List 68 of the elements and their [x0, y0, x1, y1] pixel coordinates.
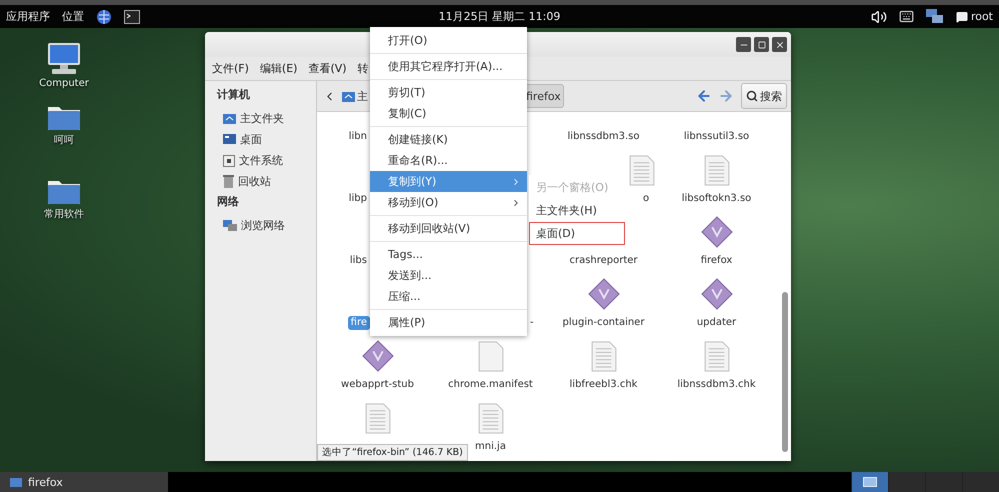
- menu-item[interactable]: 文件(F): [212, 61, 249, 76]
- submenu-item[interactable]: 桌面(D): [529, 222, 625, 245]
- sidebar-item[interactable]: 桌面: [240, 132, 262, 147]
- text-file-icon: [704, 341, 730, 372]
- maximize-icon: [758, 40, 766, 48]
- maximize-button[interactable]: [754, 37, 769, 52]
- folder-icon: [10, 477, 22, 487]
- context-menu-item[interactable]: 发送到...: [370, 265, 527, 286]
- text-file-icon: [704, 155, 730, 186]
- globe-icon[interactable]: [96, 8, 112, 24]
- window-icon: [863, 477, 877, 487]
- path-button[interactable]: 主: [339, 84, 371, 108]
- text-file-icon: [590, 341, 616, 372]
- search-icon: [746, 90, 758, 102]
- workspace-button[interactable]: [851, 472, 888, 492]
- context-menu-item[interactable]: 属性(P): [370, 312, 527, 333]
- minimize-button[interactable]: [736, 37, 751, 52]
- volume-icon[interactable]: [870, 8, 887, 24]
- taskbar-button[interactable]: firefox: [0, 472, 168, 492]
- chat-icon[interactable]: [956, 10, 968, 22]
- executable-icon: [700, 278, 732, 310]
- close-button[interactable]: [772, 37, 787, 52]
- file-icon: [478, 341, 504, 372]
- executable-icon: [700, 216, 732, 248]
- desktop-icon-label[interactable]: 常用软件: [44, 207, 84, 221]
- trash-icon: [223, 175, 234, 188]
- desktop-icon: [223, 134, 236, 145]
- context-menu-item[interactable]: 压缩...: [370, 286, 527, 307]
- sidebar-heading: 计算机: [217, 87, 251, 102]
- keyboard-icon[interactable]: [898, 9, 914, 24]
- close-icon: [774, 40, 784, 50]
- search-button[interactable]: 搜索: [741, 83, 787, 109]
- home-folder-icon: [342, 90, 355, 102]
- context-menu-item[interactable]: 移动到回收站(V): [370, 218, 527, 239]
- clock[interactable]: 11月25日 星期二 11:09: [438, 9, 560, 24]
- scrollbar[interactable]: [782, 292, 788, 452]
- top-menu[interactable]: 应用程序: [6, 9, 50, 24]
- menu-item[interactable]: 编辑(E): [260, 61, 298, 76]
- drive-icon: [223, 154, 235, 166]
- status-text: 选中了“firefox-bin” (146.7 KB): [317, 444, 468, 461]
- text-file-icon: [364, 403, 390, 434]
- network-icon[interactable]: [926, 8, 944, 24]
- home-folder-icon: [223, 113, 236, 124]
- context-menu-item[interactable]: 打开(O): [370, 30, 527, 51]
- text-file-icon: [629, 155, 655, 186]
- desktop-icon-label[interactable]: Computer: [39, 78, 89, 89]
- desktop-icon-label[interactable]: 呵呵: [54, 133, 74, 147]
- context-menu-item[interactable]: 移动到(O): [370, 192, 527, 213]
- network-icon: [223, 220, 237, 232]
- user-name[interactable]: root: [970, 10, 993, 23]
- sidebar-item[interactable]: 文件系统: [239, 153, 283, 168]
- context-menu-item[interactable]: 创建链接(K): [370, 129, 527, 150]
- sidebar-heading: 网络: [217, 194, 240, 209]
- menu-item[interactable]: 转: [358, 61, 369, 76]
- executable-icon: [362, 340, 394, 372]
- context-menu-item[interactable]: 重命名(R)...: [370, 150, 527, 171]
- terminal-icon[interactable]: [124, 10, 140, 24]
- top-menu[interactable]: 位置: [62, 9, 84, 24]
- context-menu-item[interactable]: 使用其它程序打开(A)...: [370, 56, 527, 77]
- text-file-icon: [478, 403, 504, 434]
- sidebar-item[interactable]: 回收站: [238, 174, 271, 189]
- menu-item[interactable]: 查看(V): [308, 61, 347, 76]
- executable-icon: [588, 278, 620, 310]
- sidebar-item[interactable]: 浏览网络: [241, 218, 285, 233]
- computer-icon: [46, 42, 82, 76]
- submenu-item[interactable]: 主文件夹(H): [529, 199, 625, 222]
- context-menu-item[interactable]: Tags...: [370, 244, 527, 265]
- sidebar-item[interactable]: 主文件夹: [240, 111, 284, 126]
